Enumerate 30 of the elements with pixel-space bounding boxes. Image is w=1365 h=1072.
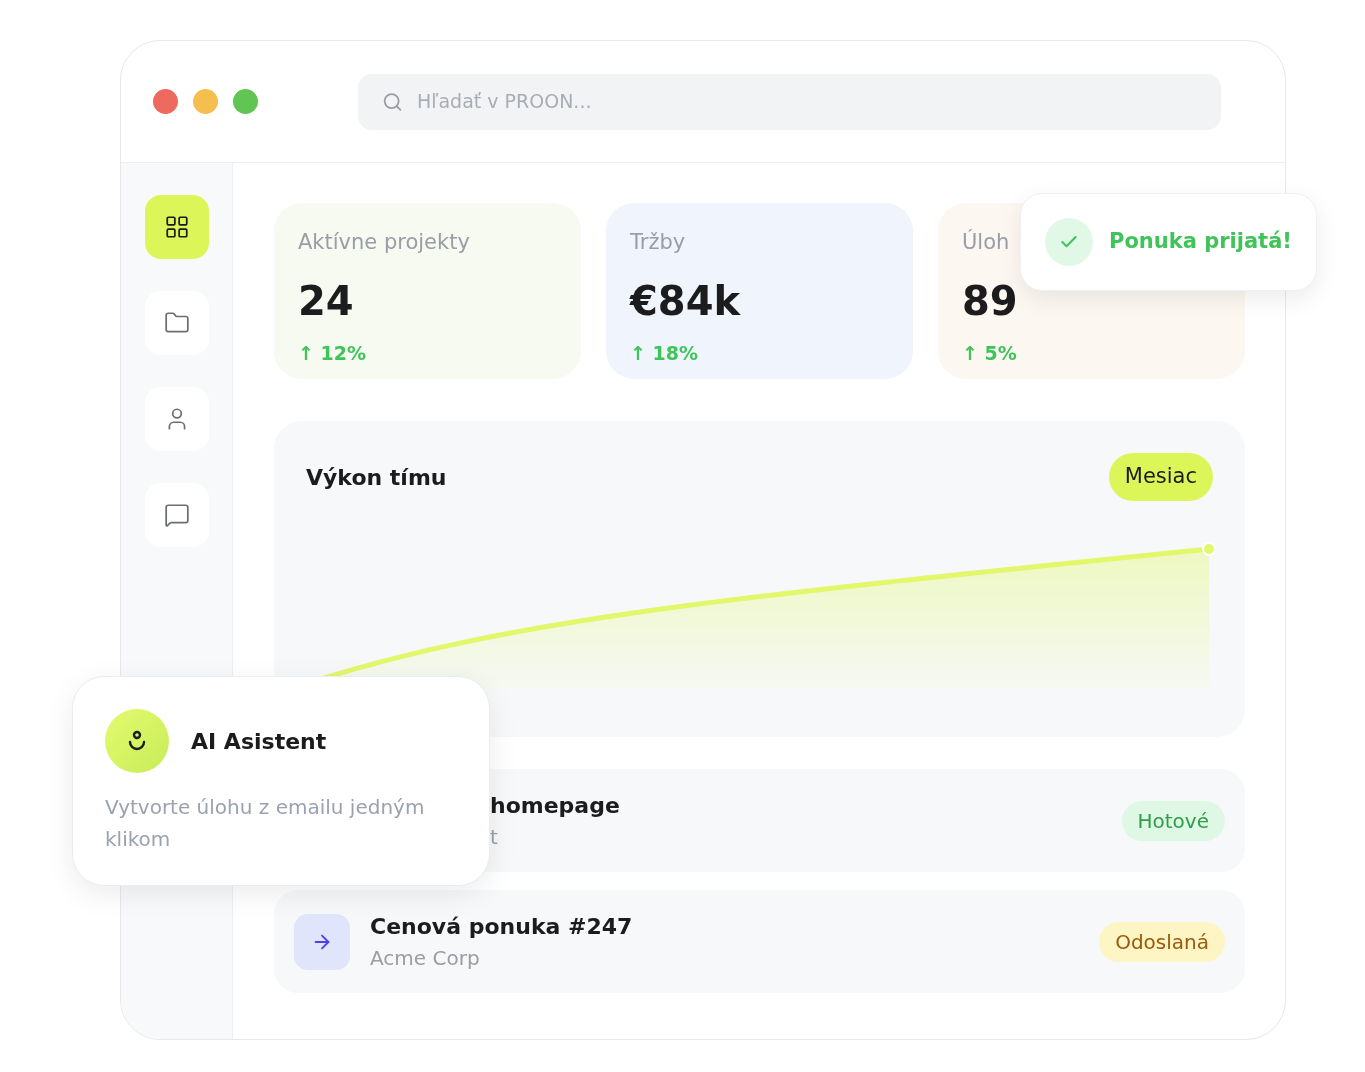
window-control-button[interactable]: [153, 89, 178, 114]
stat-label: Aktívne projekty: [298, 229, 470, 256]
sidebar-item[interactable]: [144, 195, 209, 259]
status-tag: Odoslaná: [1099, 921, 1225, 962]
period-button[interactable]: Mesiac: [1108, 453, 1213, 501]
status-tag: Hotové: [1121, 800, 1225, 841]
search-field[interactable]: Hľadať v PROON...: [358, 73, 1221, 130]
grid-icon: [163, 214, 190, 240]
task-row[interactable]: Cenová ponuka #247 Acme Corp Odoslaná: [274, 890, 1245, 993]
task-title: homepage: [490, 792, 621, 820]
stat-value: 89: [962, 277, 1019, 326]
search-input[interactable]: Hľadať v PROON...: [417, 87, 1197, 116]
assistant-title: AI Asistent: [191, 727, 327, 756]
stat-change: ↑ 18%: [630, 341, 699, 366]
stat-label: Tržby: [630, 229, 686, 256]
chat-icon: [163, 502, 190, 528]
toast-message: Ponuka prijatá!: [1109, 228, 1292, 256]
stat-value: 24: [298, 277, 355, 326]
stat-change: ↑ 12%: [298, 341, 367, 366]
window-control-button[interactable]: [233, 89, 258, 114]
stat-change: ↑ 5%: [962, 341, 1018, 366]
stat-label: Úloh: [962, 228, 1010, 256]
task-subtitle: t: [490, 824, 499, 851]
window-control-button[interactable]: [193, 89, 218, 114]
task-title: Cenová ponuka #247: [370, 913, 634, 941]
folder-icon: [163, 310, 190, 336]
search-icon: [382, 90, 404, 113]
task-subtitle: Acme Corp: [370, 945, 481, 972]
chart-title: Výkon tímu: [306, 463, 447, 492]
stat-value: €84k: [630, 277, 742, 326]
